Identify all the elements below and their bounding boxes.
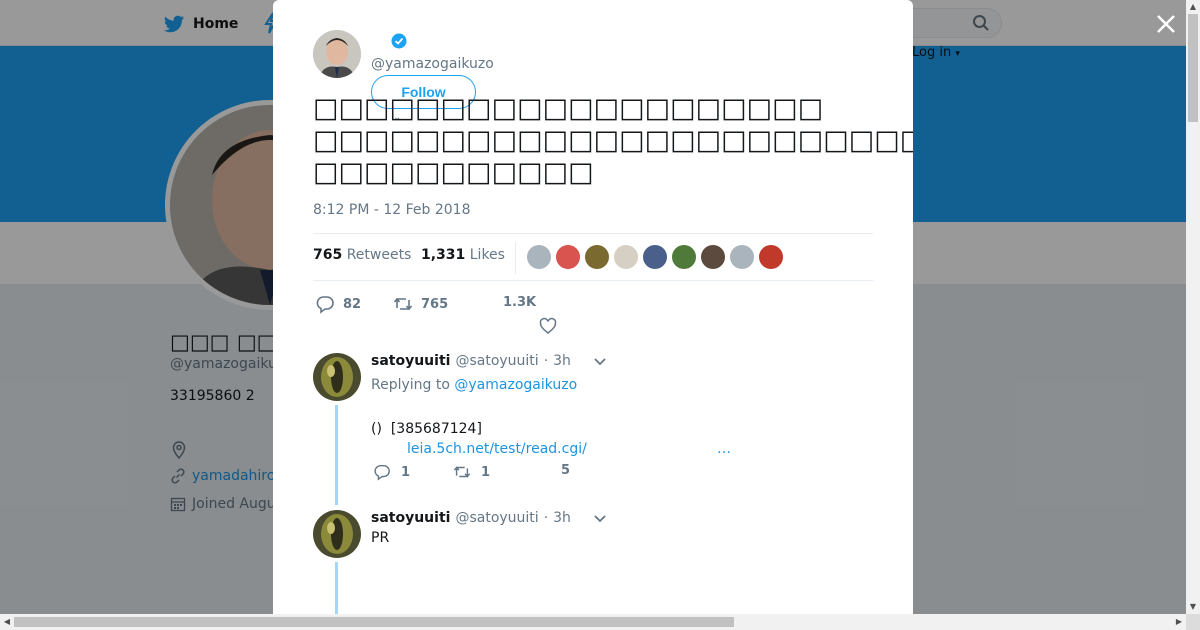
reply-separator: · [543, 510, 549, 526]
reply-icon [374, 464, 390, 481]
likes-label: Likes [469, 247, 505, 263]
reply-like-count: 5 [561, 463, 571, 478]
reply-separator: · [543, 353, 549, 369]
tweet-text: □□□□□□□□□□□□□□□□□□□□ □□□□□□□□□□□□□□□□□□□… [313, 93, 913, 188]
reply-time[interactable]: 3h [553, 510, 571, 526]
reply-text: () [385687124] [371, 421, 482, 437]
author-avatar[interactable] [313, 30, 361, 78]
scroll-up-arrow-icon[interactable]: ▲ [1186, 0, 1200, 14]
liker-avatar[interactable] [759, 245, 783, 269]
reply-author-name[interactable]: satoyuuiti [371, 510, 450, 526]
tweet-actions: 82 765 1.3K [313, 292, 873, 335]
heart-icon[interactable] [539, 317, 557, 335]
retweet-count: 765 [421, 296, 449, 312]
tweet-modal: @yamazogaikuzo Follow ⌄ □□□□□□□□□□□□□□□□… [273, 0, 913, 614]
replying-to-label: Replying to [371, 377, 450, 393]
reply-count: 82 [343, 296, 362, 312]
reply-header: satoyuuiti @satoyuuiti · 3h [371, 353, 571, 369]
reply-text: PR [371, 530, 390, 546]
reply-time[interactable]: 3h [553, 353, 571, 369]
reply-reply-count: 1 [401, 464, 411, 480]
reply-reply-button[interactable]: 1 [373, 463, 410, 481]
retweets-count: 765 [313, 247, 343, 263]
reply-header: satoyuuiti @satoyuuiti · 3h [371, 510, 571, 526]
scroll-left-arrow-icon[interactable]: ◀ [0, 614, 14, 630]
replying-to-link[interactable]: @yamazogaikuzo [454, 377, 577, 393]
liker-avatar[interactable] [527, 245, 551, 269]
stats-divider [515, 242, 516, 274]
liker-avatar[interactable] [701, 245, 725, 269]
reply-author-name[interactable]: satoyuuiti [371, 353, 450, 369]
liker-avatars [527, 245, 783, 269]
reply-like-button[interactable]: 5 [561, 463, 570, 478]
likes-stat[interactable]: 1,331 Likes [421, 247, 505, 263]
reply-avatar[interactable] [313, 510, 361, 558]
replying-to: Replying to @yamazogaikuzo [371, 377, 577, 393]
reply-retweet-count: 1 [481, 464, 491, 480]
retweet-icon [453, 466, 471, 478]
retweets-stat[interactable]: 765 Retweets [313, 247, 411, 263]
like-count: 1.3K [503, 295, 537, 310]
chevron-down-icon[interactable] [593, 514, 607, 524]
author-photo [313, 30, 361, 78]
reply-avatar[interactable] [313, 353, 361, 401]
verified-badge-icon [391, 33, 407, 49]
reply-avatar-photo [313, 510, 361, 558]
reply-actions: 1 1 5 [371, 463, 671, 487]
liker-avatar[interactable] [643, 245, 667, 269]
likes-count: 1,331 [421, 247, 466, 263]
chevron-down-icon[interactable] [593, 357, 607, 367]
thread-line [335, 562, 338, 614]
retweet-icon [393, 297, 413, 311]
liker-avatar[interactable] [730, 245, 754, 269]
tweet-timestamp[interactable]: 8:12 PM - 12 Feb 2018 [313, 202, 471, 218]
retweets-label: Retweets [346, 247, 412, 263]
reply-author-handle[interactable]: @satoyuuiti [455, 510, 538, 526]
scroll-down-arrow-icon[interactable]: ▼ [1186, 600, 1200, 614]
scroll-right-arrow-icon[interactable]: ▶ [1172, 614, 1186, 630]
vertical-scroll-thumb[interactable] [1188, 14, 1198, 122]
liker-avatar[interactable] [556, 245, 580, 269]
tweet-stats: 765 Retweets 1,331 Likes [313, 233, 873, 281]
reply-icon [316, 296, 334, 314]
retweet-button[interactable]: 765 [393, 294, 448, 314]
liker-avatar[interactable] [585, 245, 609, 269]
reply-tweet[interactable]: satoyuuiti @satoyuuiti · 3h PR [313, 510, 873, 614]
close-icon[interactable] [1154, 12, 1178, 36]
reply-retweet-button[interactable]: 1 [453, 463, 490, 481]
reply-button[interactable]: 82 [315, 294, 361, 314]
liker-avatar[interactable] [672, 245, 696, 269]
reply-avatar-photo [313, 353, 361, 401]
author-handle[interactable]: @yamazogaikuzo [371, 56, 494, 72]
horizontal-scroll-thumb[interactable] [14, 617, 734, 627]
thread-line [335, 405, 338, 505]
reply-tweet[interactable]: satoyuuiti @satoyuuiti · 3h Replying to … [313, 353, 873, 505]
horizontal-scrollbar[interactable]: ◀ ▶ [0, 614, 1186, 630]
liker-avatar[interactable] [614, 245, 638, 269]
scrollbar-corner [1186, 614, 1200, 630]
vertical-scrollbar[interactable]: ▲ ▼ [1186, 0, 1200, 614]
reply-url-link[interactable]: leia.5ch.net/test/read.cgi/ [407, 441, 587, 457]
reply-author-handle[interactable]: @satoyuuiti [455, 353, 538, 369]
reply-url-ellipsis: … [717, 441, 731, 457]
